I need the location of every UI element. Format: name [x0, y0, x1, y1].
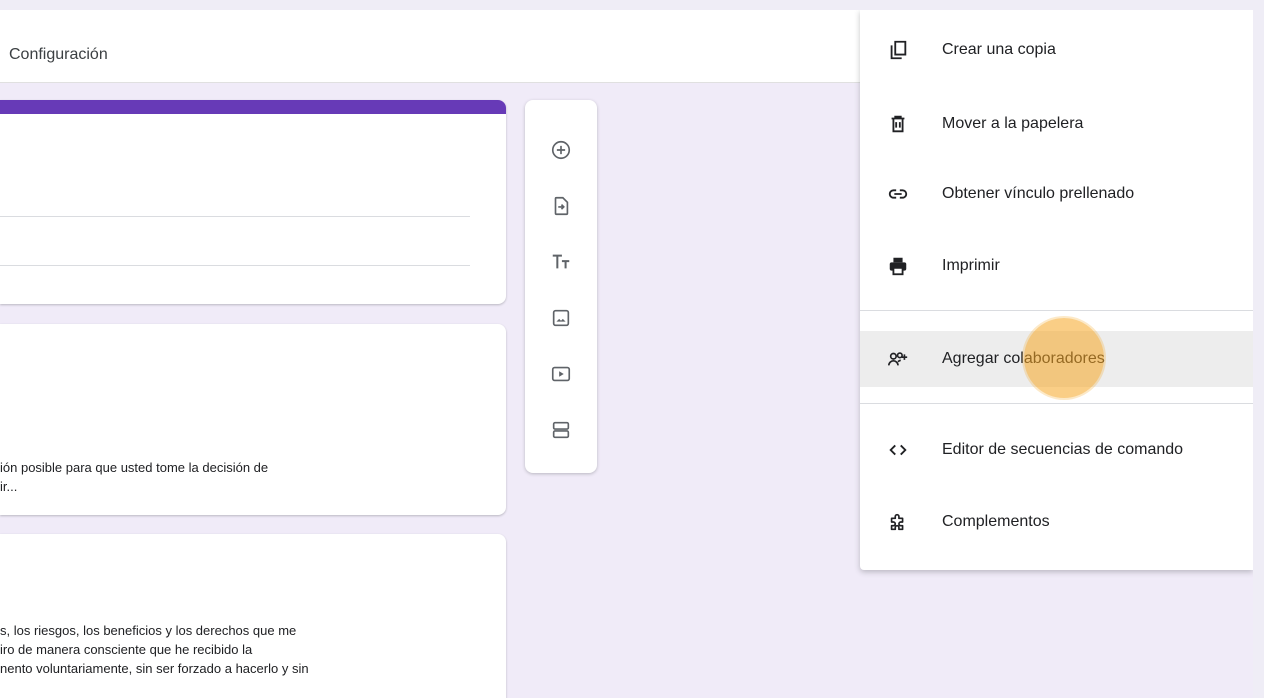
code-icon — [886, 438, 910, 462]
menu-item-make-copy[interactable]: Crear una copia — [860, 22, 1253, 78]
menu-item-label: Obtener vínculo prellenado — [942, 185, 1135, 202]
question-card[interactable]: ión posible para que usted tome la decis… — [0, 324, 506, 515]
question-description: s, los riesgos, los beneficios y los der… — [0, 621, 309, 678]
add-question-icon[interactable] — [549, 138, 573, 162]
copy-icon — [886, 38, 910, 62]
add-section-icon[interactable] — [549, 418, 573, 442]
text-line: nento voluntariamente, sin ser forzado a… — [0, 661, 309, 676]
menu-item-print[interactable]: Imprimir — [860, 238, 1253, 294]
text-line: iro de manera consciente que he recibido… — [0, 642, 253, 657]
description-underline — [0, 265, 470, 266]
text-line: ir... — [0, 479, 18, 494]
tab-settings[interactable]: Configuración — [9, 46, 108, 64]
add-people-icon — [886, 347, 910, 371]
menu-divider — [860, 403, 1253, 404]
click-indicator — [1024, 318, 1104, 398]
import-questions-icon[interactable] — [549, 194, 573, 218]
menu-item-label: Mover a la papelera — [942, 115, 1084, 132]
trash-icon — [886, 112, 910, 136]
link-icon — [886, 182, 910, 206]
menu-item-script-editor[interactable]: Editor de secuencias de comando — [860, 422, 1253, 478]
puzzle-icon — [886, 510, 910, 534]
add-title-icon[interactable] — [549, 250, 573, 274]
question-card[interactable]: s, los riesgos, los beneficios y los der… — [0, 534, 506, 698]
app-frame: Configuración ión posible para que usted… — [0, 0, 1264, 698]
menu-item-addons[interactable]: Complementos — [860, 494, 1253, 550]
question-description: ión posible para que usted tome la decis… — [0, 458, 268, 496]
text-line: ión posible para que usted tome la decis… — [0, 460, 269, 475]
card-accent-bar — [0, 100, 506, 114]
menu-item-label: Crear una copia — [942, 41, 1056, 58]
text-line: s, los riesgos, los beneficios y los der… — [0, 623, 297, 638]
add-image-icon[interactable] — [549, 306, 573, 330]
menu-divider — [860, 310, 1253, 311]
more-options-menu: Crear una copia Mover a la papelera Obte… — [860, 10, 1253, 570]
title-underline — [0, 216, 470, 217]
form-header-card[interactable] — [0, 100, 506, 304]
menu-item-prefilled-link[interactable]: Obtener vínculo prellenado — [860, 166, 1253, 222]
floating-toolbar — [525, 100, 597, 473]
menu-item-label: Imprimir — [942, 257, 1000, 274]
menu-item-move-to-trash[interactable]: Mover a la papelera — [860, 96, 1253, 152]
menu-item-label: Editor de secuencias de comando — [942, 441, 1184, 458]
add-video-icon[interactable] — [549, 362, 573, 386]
menu-item-label: Complementos — [942, 513, 1050, 530]
print-icon — [886, 254, 910, 278]
